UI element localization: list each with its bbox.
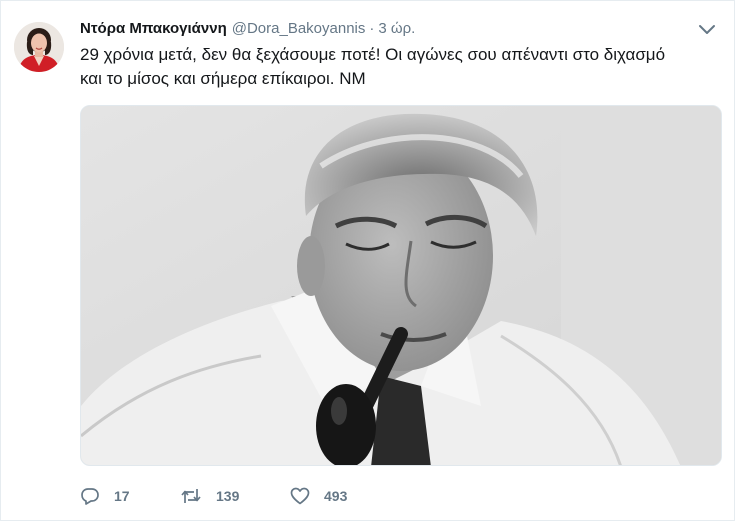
reply-count: 17 [114,488,130,504]
avatar[interactable] [14,22,64,72]
reply-icon [81,488,99,505]
tweet-text: 29 χρόνια μετά, δεν θα ξεχάσουμε ποτέ! Ο… [80,45,666,88]
retweet-button[interactable]: 139 [180,486,290,506]
author-handle[interactable]: @Dora_Bakoyannis [232,18,366,40]
author-name[interactable]: Ντόρα Μπακογιάννη [80,18,227,40]
tweet-card[interactable]: Ντόρα Μπακογιάννη @Dora_Bakoyannis · 3 ώ… [0,0,735,521]
tweet-header: Ντόρα Μπακογιάννη @Dora_Bakoyannis · 3 ώ… [80,18,415,40]
heart-icon [290,487,310,505]
separator-dot: · [369,20,375,37]
reply-button[interactable]: 17 [80,486,180,506]
like-count: 493 [324,488,348,504]
like-button[interactable]: 493 [290,486,400,506]
tweet-photo[interactable] [80,105,722,466]
retweet-icon [181,489,201,503]
tweet-actions: 17 139 493 [80,482,400,510]
retweet-count: 139 [216,488,240,504]
timestamp[interactable]: 3 ώρ. [378,18,415,40]
chevron-down-icon[interactable] [698,23,716,37]
avatar-image [14,22,64,72]
